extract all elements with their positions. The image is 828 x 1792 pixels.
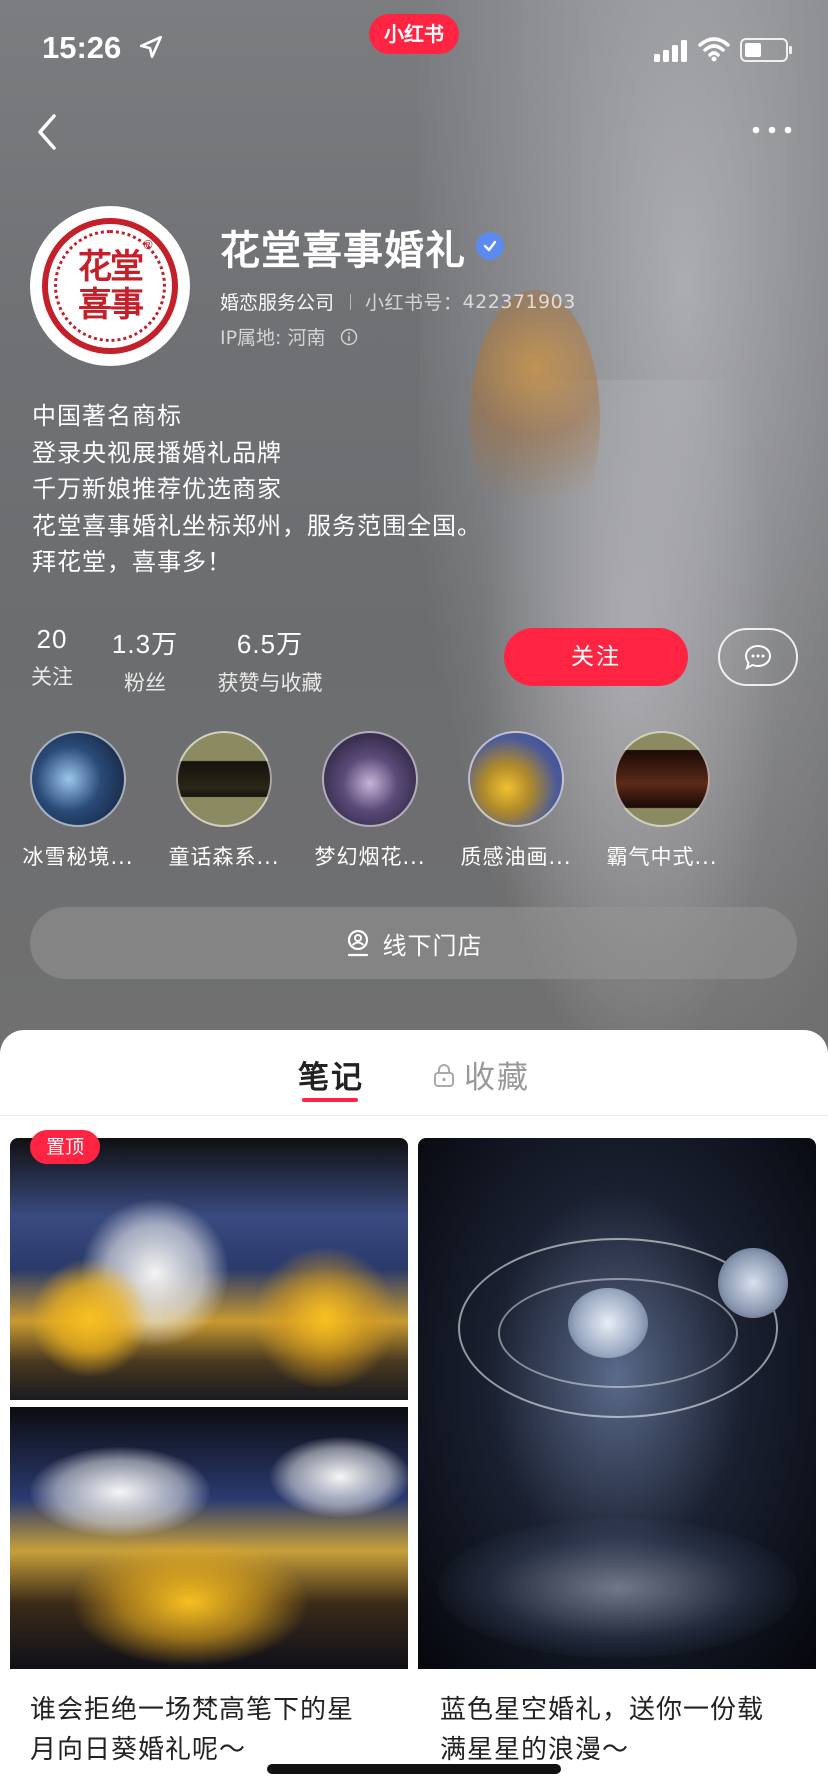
status-bar: 15:26 小红书 [0, 0, 828, 100]
note-title[interactable]: 谁会拒绝一场梵高笔下的星 月向日葵婚礼呢～ [30, 1690, 410, 1770]
note-cover-image[interactable] [418, 1138, 816, 1669]
image-cloud-decor [30, 1447, 210, 1537]
chat-bubble-icon [744, 644, 772, 671]
image-sunflower-decor [250, 1248, 400, 1388]
collection-label: 梦幻烟花... [314, 845, 426, 869]
avatar[interactable]: ® 花堂喜事 [30, 206, 190, 366]
note-title[interactable]: 蓝色星空婚礼，送你一份载 满星星的浪漫～ [440, 1690, 820, 1770]
stat-following[interactable]: 20 关注 [30, 624, 74, 691]
wifi-icon [698, 37, 730, 62]
collection-item[interactable]: 质感油画... [446, 731, 586, 871]
avatar-logo-text: 花堂喜事 [78, 247, 144, 325]
collection-item[interactable]: 童话森系... [154, 731, 294, 871]
ip-location: IP属地: 河南 [220, 323, 358, 350]
collection-thumbnail [468, 731, 564, 827]
image-sunflower-decor [70, 1537, 310, 1667]
back-icon[interactable] [34, 110, 64, 154]
red-id: 422371903 [462, 290, 576, 313]
red-id-label: 小红书号： [365, 292, 463, 314]
stat-followers[interactable]: 1.3万 粉丝 [104, 624, 186, 697]
note-cover-image[interactable] [10, 1407, 410, 1669]
stat-likes-label: 获赞与收藏 [217, 671, 323, 695]
more-options-icon[interactable] [750, 120, 794, 140]
brand-badge: 小红书 [369, 14, 459, 54]
stat-following-count: 20 [36, 624, 68, 654]
image-water-decor [438, 1518, 798, 1658]
collection-thumbnail [614, 731, 710, 827]
pinned-badge: 置顶 [30, 1130, 100, 1164]
note-title-line: 蓝色星空婚礼，送你一份载 [440, 1695, 765, 1725]
image-cloud-decor [270, 1437, 410, 1517]
profile-name: 花堂喜事婚礼 [220, 228, 466, 274]
profile-meta: 婚恋服务公司 小红书号： 422371903 [220, 288, 576, 315]
stat-following-label: 关注 [31, 665, 73, 689]
collection-label: 霸气中式... [606, 845, 718, 869]
bio-line: 拜花堂，喜事多！ [32, 548, 232, 576]
collection-thumbnail [30, 731, 126, 827]
image-planet-decor [718, 1248, 788, 1318]
stat-likes[interactable]: 6.5万 获赞与收藏 [212, 624, 328, 697]
image-planet-decor [568, 1288, 648, 1358]
note-cover-image[interactable] [10, 1138, 408, 1400]
profile-category: 婚恋服务公司 [220, 292, 335, 314]
profile-bio: 中国著名商标 登录央视展播婚礼品牌 千万新娘推荐优选商家 花堂喜事婚礼坐标郑州，… [32, 398, 482, 581]
tab-notes[interactable]: 笔记 [298, 1052, 364, 1097]
avatar-logo: ® 花堂喜事 [42, 218, 178, 354]
tab-active-indicator [302, 1098, 358, 1102]
image-sunflower-decor [30, 1258, 150, 1378]
store-location-icon [347, 929, 368, 957]
verified-badge-icon [476, 232, 504, 260]
bio-line: 花堂喜事婚礼坐标郑州，服务范围全国。 [32, 511, 482, 540]
message-button[interactable] [718, 628, 798, 686]
lock-icon [434, 1063, 454, 1087]
info-icon[interactable] [340, 328, 358, 346]
meta-divider [350, 293, 352, 310]
bio-line: 千万新娘推荐优选商家 [32, 475, 282, 503]
collection-label: 冰雪秘境... [22, 845, 134, 869]
background-bouquet [470, 290, 600, 550]
tab-favorites-label: 收藏 [464, 1060, 530, 1096]
ip-location-text: IP属地: 河南 [220, 327, 326, 349]
collection-label: 童话森系... [168, 845, 280, 869]
stat-followers-count: 1.3万 [111, 629, 179, 659]
collection-label: 质感油画... [460, 845, 572, 869]
registered-mark: ® [142, 238, 154, 252]
follow-button[interactable]: 关注 [504, 628, 688, 686]
collection-thumbnail [176, 731, 272, 827]
stat-followers-label: 粉丝 [124, 671, 166, 695]
location-arrow-icon [139, 35, 163, 59]
collection-item[interactable]: 霸气中式... [592, 731, 732, 871]
home-indicator[interactable] [267, 1764, 561, 1774]
offline-store-label: 线下门店 [382, 931, 483, 960]
collection-item[interactable]: 冰雪秘境... [8, 731, 148, 871]
tab-favorites[interactable]: 收藏 [432, 1052, 530, 1097]
status-time: 15:26 [42, 30, 122, 65]
collection-thumbnail [322, 731, 418, 827]
bio-line: 中国著名商标 [32, 402, 182, 430]
collection-item[interactable]: 梦幻烟花... [300, 731, 440, 871]
stat-likes-count: 6.5万 [236, 629, 304, 659]
bio-line: 登录央视展播婚礼品牌 [32, 438, 282, 467]
cellular-signal-icon [654, 40, 687, 62]
profile-tabs: 笔记 收藏 [0, 1030, 828, 1116]
note-title-line: 谁会拒绝一场梵高笔下的星 [30, 1695, 355, 1725]
battery-icon [740, 38, 792, 62]
offline-store-button[interactable]: 线下门店 [30, 907, 797, 979]
